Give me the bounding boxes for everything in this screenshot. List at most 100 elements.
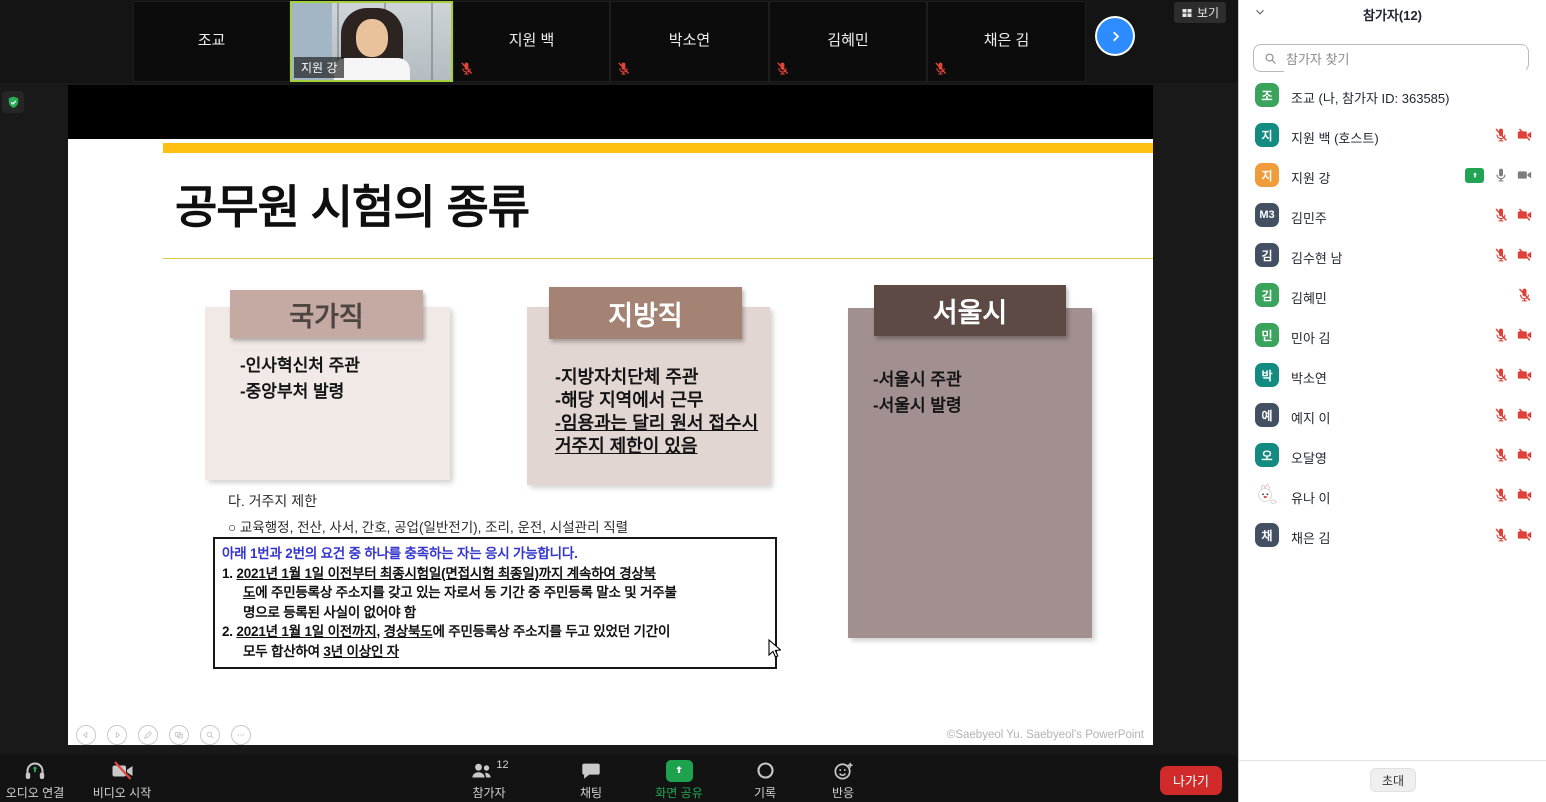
card-local-items: -지방자치단체 주관 -해당 지역에서 근무 -임용과는 달리 원서 접수시 거… bbox=[555, 366, 769, 458]
slide-sorter-button bbox=[169, 725, 189, 745]
prev-slide-button bbox=[76, 725, 96, 745]
tile-name: 지원 강 bbox=[294, 57, 344, 78]
participant-row-yeji-lee[interactable]: 예 예지 이 bbox=[1239, 395, 1546, 435]
avatar: 채 bbox=[1255, 523, 1279, 547]
participant-name: 오달영 bbox=[1291, 448, 1327, 467]
participant-name: 채은 김 bbox=[1291, 528, 1331, 547]
presenter-controls bbox=[76, 725, 251, 745]
card-seoul bbox=[848, 308, 1092, 638]
shield-check-icon bbox=[6, 95, 21, 110]
video-tile-park-soyeon[interactable]: 박소연 bbox=[610, 1, 769, 82]
triangle-right-icon bbox=[112, 730, 122, 740]
reactions-label: 반응 bbox=[800, 784, 886, 801]
participant-row-kim-hyemin[interactable]: 김 김혜민 bbox=[1239, 275, 1546, 315]
participant-row-yuna-lee[interactable]: 유나 이 bbox=[1239, 475, 1546, 515]
mic-muted-icon bbox=[1493, 127, 1509, 143]
start-video-button[interactable]: 비디오 시작 bbox=[79, 758, 165, 801]
camera-off-icon bbox=[1516, 127, 1533, 143]
participant-row-park-soyeon[interactable]: 박 박소연 bbox=[1239, 355, 1546, 395]
slide-title: 공무원 시험의 종류 bbox=[175, 171, 529, 237]
next-videos-button[interactable] bbox=[1097, 18, 1133, 54]
zoom-meeting-window: 조교 지원 강 지원 백 박소연 김혜민 채은 김 bbox=[0, 0, 1546, 802]
mic-muted-icon bbox=[1493, 407, 1509, 423]
video-tile-kim-hyemin[interactable]: 김혜민 bbox=[769, 1, 927, 82]
participant-name: 지원 백 (호스트) bbox=[1291, 128, 1379, 147]
participant-search-input[interactable] bbox=[1284, 46, 1526, 72]
tile-name: 지원 백 bbox=[454, 29, 609, 50]
pen-tool-button bbox=[138, 725, 158, 745]
slide-credit: ©Saebyeol Yu. Saebyeol's PowerPoint bbox=[947, 729, 1144, 741]
avatar: 김 bbox=[1255, 243, 1279, 267]
card-national-header: 국가직 bbox=[230, 290, 423, 338]
mic-muted-icon bbox=[1493, 527, 1509, 543]
participant-row-chaeeun-kim[interactable]: 채 채은 김 bbox=[1239, 515, 1546, 555]
participant-row-kim-minju[interactable]: M3 김민주 bbox=[1239, 195, 1546, 235]
note-line-2: ○ 교육행정, 전산, 사서, 간호, 공업(일반전기), 조리, 운전, 시설… bbox=[228, 516, 628, 536]
rule-item1-line3: 명으로 등록된 사실이 없어야 함 bbox=[222, 603, 768, 623]
rule-item2-line2: 모두 합산하여 3년 이상인 자 bbox=[222, 642, 768, 662]
reactions-button[interactable]: 반응 bbox=[800, 758, 886, 801]
card-national-items: -인사혁신처 주관 -중앙부처 발령 bbox=[240, 353, 360, 405]
record-button[interactable]: 기록 bbox=[722, 758, 808, 801]
participants-panel-title: 참가자(12) bbox=[1239, 5, 1546, 24]
join-audio-button[interactable]: 오디오 연결 bbox=[0, 758, 78, 801]
person-face bbox=[356, 19, 388, 57]
next-slide-button bbox=[107, 725, 127, 745]
camera-off-icon bbox=[1516, 527, 1533, 543]
avatar: 민 bbox=[1255, 323, 1279, 347]
chat-button[interactable]: 채팅 bbox=[548, 758, 634, 801]
share-screen-button[interactable]: 화면 공유 bbox=[636, 758, 722, 801]
pen-icon bbox=[143, 730, 153, 740]
mic-muted-icon bbox=[933, 61, 948, 76]
grid-view-icon bbox=[1181, 7, 1193, 19]
video-tile-jogyo[interactable]: 조교 bbox=[133, 1, 290, 82]
participant-name: 박소연 bbox=[1291, 368, 1327, 387]
zoom-slide-button bbox=[200, 725, 220, 745]
avatar: 김 bbox=[1255, 283, 1279, 307]
avatar: 조 bbox=[1255, 83, 1279, 107]
participant-row-kim-suhyeon[interactable]: 김 김수현 남 bbox=[1239, 235, 1546, 275]
view-button[interactable]: 보기 bbox=[1174, 2, 1226, 23]
chat-label: 채팅 bbox=[548, 784, 634, 801]
participant-row-jiwon-baek[interactable]: 지 지원 백 (호스트) bbox=[1239, 115, 1546, 155]
avatar: 박 bbox=[1255, 363, 1279, 387]
card-seoul-header: 서울시 bbox=[874, 285, 1066, 336]
participant-row-mina-kim[interactable]: 민 민아 김 bbox=[1239, 315, 1546, 355]
participants-button[interactable]: 12 참가자 bbox=[446, 758, 532, 801]
participant-row-jiwon-kang[interactable]: 지 지원 강 bbox=[1239, 155, 1546, 195]
headset-icon bbox=[23, 759, 47, 783]
participant-name: 지원 강 bbox=[1291, 168, 1331, 187]
video-filmstrip: 조교 지원 강 지원 백 박소연 김혜민 채은 김 bbox=[0, 0, 1238, 83]
invite-button[interactable]: 초대 bbox=[1370, 768, 1416, 792]
tile-name: 채은 김 bbox=[928, 29, 1085, 50]
shared-screen-slide: 공무원 시험의 종류 국가직 -인사혁신처 주관 -중앙부처 발령 지방직 -지… bbox=[68, 85, 1153, 745]
tile-name: 조교 bbox=[134, 29, 289, 50]
mic-muted-icon bbox=[616, 61, 631, 76]
camera-off-icon bbox=[110, 759, 135, 783]
video-tile-jiwon-baek[interactable]: 지원 백 bbox=[453, 1, 610, 82]
participant-row-o-dalyeong[interactable]: 오 오달영 bbox=[1239, 435, 1546, 475]
panel-footer-divider bbox=[1239, 760, 1546, 761]
avatar-custom-image bbox=[1255, 483, 1279, 507]
mic-muted-icon bbox=[1516, 287, 1533, 303]
avatar: 지 bbox=[1255, 163, 1279, 187]
more-options-button bbox=[231, 725, 251, 745]
bullet-underlined: -임용과는 달리 원서 접수시 거주지 제한이 있음 bbox=[555, 412, 769, 458]
video-tile-jiwon-kang[interactable]: 지원 강 bbox=[290, 1, 453, 82]
bullet: -서울시 주관 bbox=[873, 367, 962, 393]
card-local-header: 지방직 bbox=[549, 287, 742, 339]
security-badge[interactable] bbox=[2, 91, 24, 113]
bullet: -중앙부처 발령 bbox=[240, 379, 360, 405]
camera-off-icon bbox=[1516, 407, 1533, 423]
person-shirt bbox=[334, 58, 410, 82]
bunny-character-icon bbox=[1255, 482, 1279, 508]
view-button-label: 보기 bbox=[1197, 4, 1219, 21]
screen-sharing-badge bbox=[1465, 168, 1484, 183]
mic-on-icon bbox=[1493, 167, 1509, 183]
participant-row-jogyo[interactable]: 조 조교 (나, 참가자 ID: 363585) bbox=[1239, 75, 1546, 115]
video-tile-chaeeun-kim[interactable]: 채은 김 bbox=[927, 1, 1086, 82]
participant-name: 조교 (나, 참가자 ID: 363585) bbox=[1291, 88, 1449, 107]
leave-meeting-button[interactable]: 나가기 bbox=[1160, 766, 1222, 795]
participant-name: 유나 이 bbox=[1291, 488, 1331, 507]
bullet: -인사혁신처 주관 bbox=[240, 353, 360, 379]
